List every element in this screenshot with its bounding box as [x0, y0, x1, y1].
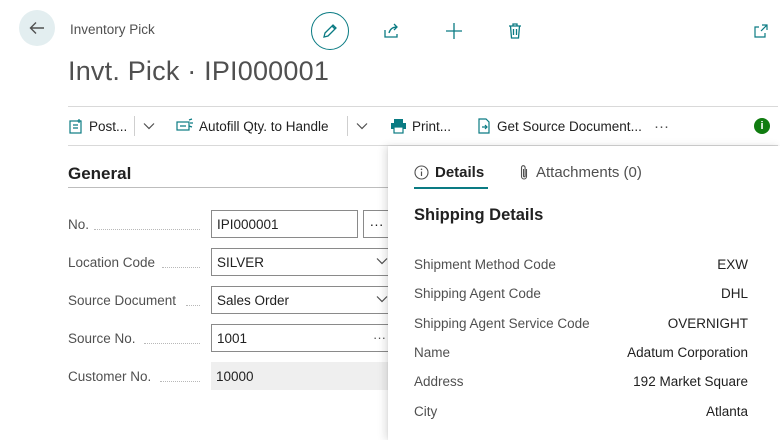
- new-button[interactable]: [443, 19, 465, 43]
- leader-dots: [162, 267, 200, 268]
- no-lookup-button[interactable]: ···: [363, 210, 389, 238]
- shipping-row-name: Name Adatum Corporation: [414, 345, 748, 360]
- action-bar: Post... Autofill Qty. to Handle Print...: [68, 106, 778, 146]
- field-label-source-no: Source No.: [68, 331, 136, 346]
- tab-details-label: Details: [435, 163, 485, 181]
- row-label: Address: [414, 374, 464, 389]
- get-document-icon: [478, 118, 490, 134]
- chevron-down-icon: [376, 258, 388, 265]
- source-no-field[interactable]: 1001 ···: [211, 324, 393, 352]
- get-source-document-label: Get Source Document...: [497, 118, 642, 134]
- source-no-lookup[interactable]: ···: [373, 330, 386, 345]
- shipping-row-shipment-method: Shipment Method Code EXW: [414, 257, 748, 272]
- leader-dots: [186, 305, 200, 306]
- post-button[interactable]: Post...: [68, 107, 127, 145]
- autofill-icon: [176, 118, 193, 131]
- autofill-dropdown[interactable]: [353, 107, 371, 145]
- location-code-value: SILVER: [217, 254, 265, 270]
- autofill-button[interactable]: Autofill Qty. to Handle: [176, 107, 329, 145]
- row-value: 192 Market Square: [633, 374, 748, 389]
- customer-no-field: 10000: [211, 362, 393, 390]
- page-title: Invt. Pick · IPI000001: [68, 56, 330, 86]
- plus-icon: [446, 23, 462, 39]
- post-dropdown[interactable]: [140, 107, 158, 145]
- row-label: Shipping Agent Service Code: [414, 316, 590, 331]
- tab-attachments[interactable]: Attachments (0): [518, 156, 642, 188]
- source-no-value: 1001: [217, 330, 248, 346]
- leader-dots: [94, 229, 200, 230]
- field-label-location-code: Location Code: [68, 255, 156, 270]
- divider: [347, 116, 348, 136]
- shipping-row-city: City Atlanta: [414, 404, 748, 419]
- info-icon: [414, 164, 429, 180]
- back-button[interactable]: [19, 10, 55, 46]
- autofill-label: Autofill Qty. to Handle: [199, 118, 329, 134]
- row-value: OVERNIGHT: [667, 316, 748, 331]
- print-button[interactable]: Print...: [390, 107, 451, 145]
- row-value: Atlanta: [705, 404, 748, 419]
- row-label: Shipment Method Code: [414, 257, 556, 272]
- popout-button[interactable]: [750, 19, 772, 43]
- tab-details[interactable]: Details: [414, 156, 484, 188]
- divider: [134, 116, 135, 136]
- shipping-row-address: Address 192 Market Square: [414, 374, 748, 389]
- source-document-value: Sales Order: [217, 292, 290, 308]
- paperclip-icon: [520, 164, 528, 180]
- more-actions-button[interactable]: ···: [654, 107, 669, 145]
- shipping-row-agent-code: Shipping Agent Code DHL: [414, 286, 748, 301]
- post-label: Post...: [89, 118, 128, 134]
- leader-dots: [144, 343, 200, 344]
- share-button[interactable]: [380, 19, 402, 43]
- row-value: EXW: [717, 257, 748, 272]
- leader-dots: [160, 381, 200, 382]
- info-icon[interactable]: i: [754, 118, 770, 134]
- row-label: Name: [414, 345, 451, 360]
- section-title-general: General: [68, 164, 132, 183]
- row-label: Shipping Agent Code: [414, 286, 541, 301]
- chevron-down-icon: [376, 296, 388, 303]
- field-label-source-document: Source Document: [68, 293, 177, 308]
- no-field[interactable]: IPI000001: [211, 210, 358, 238]
- section-divider: [68, 187, 388, 188]
- chevron-down-icon: [143, 123, 155, 130]
- field-label-no: No.: [68, 217, 90, 232]
- active-tab-indicator: [414, 187, 488, 189]
- printer-icon: [391, 119, 406, 134]
- row-value: Adatum Corporation: [627, 345, 748, 360]
- back-arrow-icon: [29, 22, 44, 34]
- pencil-icon: [323, 24, 337, 38]
- location-code-select[interactable]: SILVER: [211, 248, 393, 276]
- row-value: DHL: [720, 286, 748, 301]
- tab-attachments-label: Attachments (0): [536, 163, 642, 181]
- factbox-pane: Details Attachments (0) Shipping Details…: [388, 146, 780, 440]
- source-document-select[interactable]: Sales Order: [211, 286, 393, 314]
- shipping-details-heading: Shipping Details: [414, 206, 544, 224]
- delete-button[interactable]: [504, 19, 526, 43]
- edit-button[interactable]: [311, 12, 349, 50]
- popout-icon: [754, 24, 768, 38]
- field-label-customer-no: Customer No.: [68, 369, 152, 384]
- trash-icon: [509, 23, 521, 39]
- row-label: City: [414, 404, 438, 419]
- share-icon: [384, 23, 398, 38]
- post-icon: [69, 119, 82, 134]
- chevron-down-icon: [356, 123, 368, 130]
- get-source-document-button[interactable]: Get Source Document...: [476, 107, 642, 145]
- shipping-row-agent-service: Shipping Agent Service Code OVERNIGHT: [414, 316, 748, 331]
- breadcrumb: Inventory Pick: [70, 22, 155, 37]
- print-label: Print...: [412, 118, 452, 134]
